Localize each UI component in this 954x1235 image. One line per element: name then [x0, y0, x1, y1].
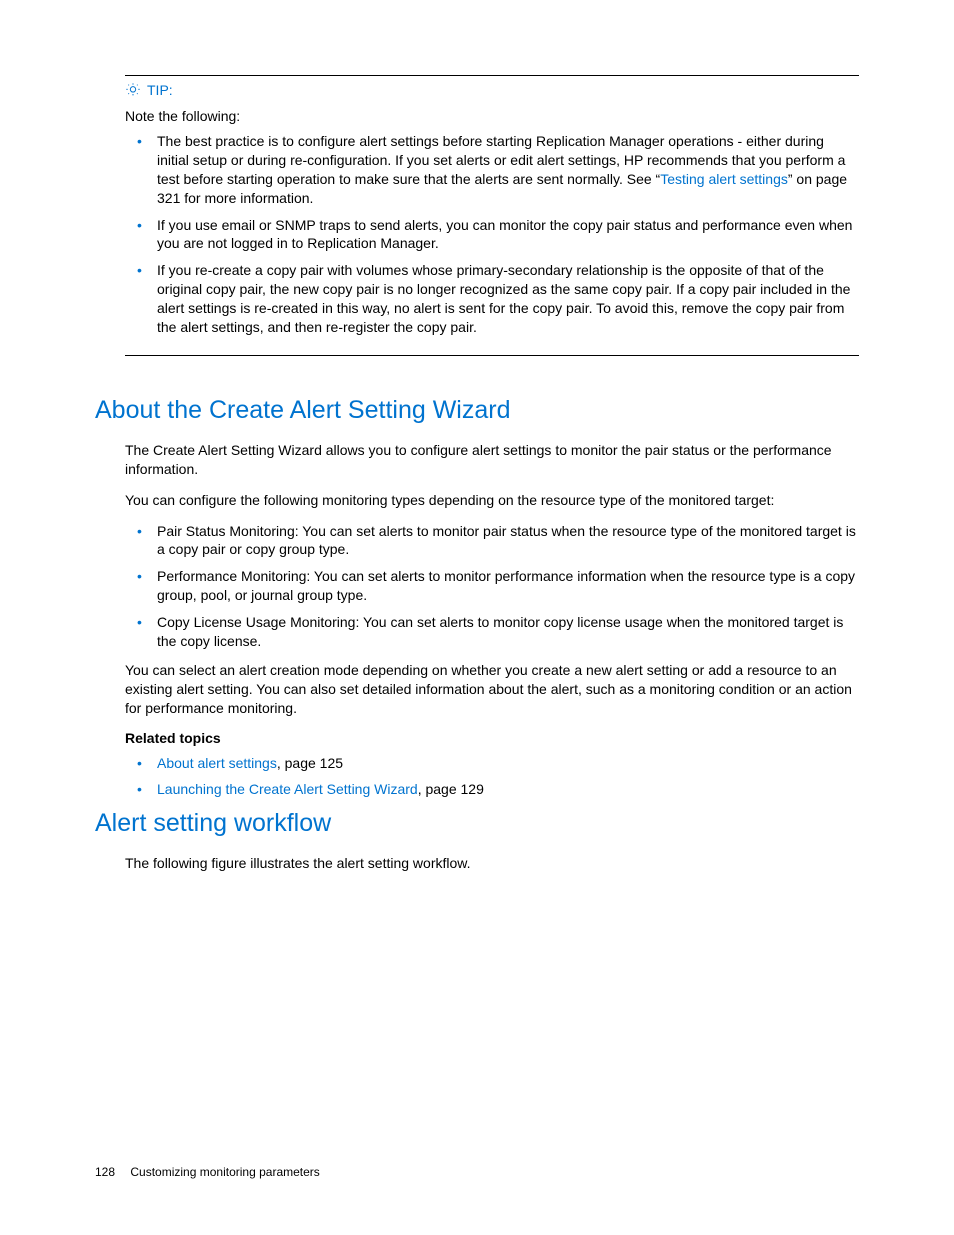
footer-title: Customizing monitoring parameters: [130, 1165, 319, 1179]
list-item: Pair Status Monitoring: You can set aler…: [155, 522, 859, 560]
document-page: TIP: Note the following: The best practi…: [0, 0, 954, 1235]
related-topics-list: About alert settings, page 125 Launching…: [125, 754, 859, 800]
list-item: About alert settings, page 125: [155, 754, 859, 773]
page-number: 128: [95, 1165, 115, 1179]
list-text-pre: If you use email or SNMP traps to send a…: [157, 217, 852, 252]
list-item: If you re-create a copy pair with volume…: [155, 261, 859, 337]
list-item: If you use email or SNMP traps to send a…: [155, 216, 859, 254]
list-item: Performance Monitoring: You can set aler…: [155, 567, 859, 605]
list-item: Copy License Usage Monitoring: You can s…: [155, 613, 859, 651]
tip-header: TIP:: [125, 82, 859, 98]
divider: [125, 355, 859, 356]
page-footer: 128 Customizing monitoring parameters: [95, 1165, 320, 1179]
paragraph: You can configure the following monitori…: [125, 491, 859, 510]
heading-alert-workflow: Alert setting workflow: [95, 809, 859, 838]
link-testing-alert-settings[interactable]: Testing alert settings: [660, 171, 788, 187]
link-suffix: , page 125: [277, 755, 343, 771]
list-item: Launching the Create Alert Setting Wizar…: [155, 780, 859, 799]
monitoring-types-list: Pair Status Monitoring: You can set aler…: [125, 522, 859, 651]
tip-bullet-list: The best practice is to configure alert …: [125, 132, 859, 337]
list-item: The best practice is to configure alert …: [155, 132, 859, 208]
paragraph: You can select an alert creation mode de…: [125, 661, 859, 718]
list-text-pre: If you re-create a copy pair with volume…: [157, 262, 850, 335]
link-suffix: , page 129: [418, 781, 484, 797]
paragraph: The Create Alert Setting Wizard allows y…: [125, 441, 859, 479]
link-launching-wizard[interactable]: Launching the Create Alert Setting Wizar…: [157, 781, 418, 797]
tip-label: TIP:: [147, 82, 173, 98]
tip-block: TIP:: [125, 75, 859, 98]
lightbulb-icon: [125, 82, 141, 98]
tip-note: Note the following:: [125, 108, 859, 124]
related-topics-heading: Related topics: [125, 730, 859, 746]
link-about-alert-settings[interactable]: About alert settings: [157, 755, 277, 771]
heading-about-wizard: About the Create Alert Setting Wizard: [95, 396, 859, 425]
paragraph: The following figure illustrates the ale…: [125, 854, 859, 873]
